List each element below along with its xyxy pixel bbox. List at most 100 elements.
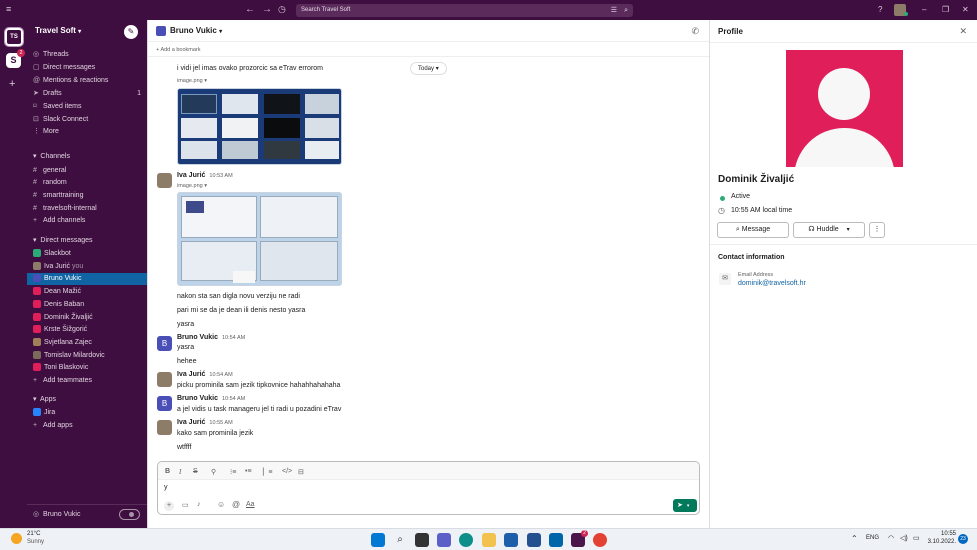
- message-button[interactable]: ⌕ Message: [717, 222, 789, 238]
- dm-item[interactable]: Toni Blaskovic: [33, 362, 88, 374]
- dm-item[interactable]: Iva Jurić you: [33, 261, 83, 273]
- message-author[interactable]: Iva Jurić 10:54 AM: [177, 371, 233, 378]
- teams-chat-icon[interactable]: [437, 533, 451, 547]
- clock-date[interactable]: 3.10.2022.: [926, 539, 956, 545]
- ordered-list-icon[interactable]: ⁝≡: [230, 468, 236, 476]
- dm-item[interactable]: Denis Baban: [33, 299, 84, 311]
- add-apps-button[interactable]: + Add apps: [33, 420, 73, 432]
- workspace-name[interactable]: Travel Soft ▾: [35, 26, 81, 35]
- add-channels-button[interactable]: + Add channels: [33, 215, 85, 227]
- filter-icon[interactable]: ☰: [611, 4, 617, 17]
- add-teammates-button[interactable]: + Add teammates: [33, 375, 92, 387]
- add-bookmark-button[interactable]: + Add a bookmark: [156, 47, 201, 53]
- file-explorer-icon[interactable]: [482, 533, 496, 547]
- task-view-icon[interactable]: [415, 533, 429, 547]
- arrow-left-icon[interactable]: ←: [245, 4, 255, 15]
- message-author[interactable]: Iva Jurić 10:53 AM: [177, 172, 233, 179]
- app-icon[interactable]: [504, 533, 518, 547]
- email-link[interactable]: dominik@travelsoft.hr: [738, 280, 806, 287]
- channels-header[interactable]: ▾ Channels: [33, 152, 70, 160]
- image-label[interactable]: image.png ▾: [177, 78, 207, 84]
- app-icon[interactable]: [527, 533, 541, 547]
- strikethrough-icon[interactable]: S: [193, 468, 198, 475]
- avatar[interactable]: [157, 173, 172, 188]
- chrome-icon[interactable]: [593, 533, 607, 547]
- image-attachment[interactable]: [177, 192, 342, 286]
- bold-icon[interactable]: B: [165, 468, 170, 475]
- volume-icon[interactable]: ◁): [900, 534, 908, 542]
- channel-smarttraining[interactable]: # smarttraining: [33, 190, 83, 202]
- edge-icon[interactable]: [459, 533, 473, 547]
- sun-icon[interactable]: [11, 533, 22, 544]
- send-button[interactable]: ➤ ▾: [673, 499, 697, 512]
- link-icon[interactable]: ⚲: [211, 468, 216, 476]
- battery-icon[interactable]: ▭: [913, 534, 920, 542]
- search-icon[interactable]: ⌕: [624, 4, 628, 17]
- channel-random[interactable]: # random: [33, 177, 67, 189]
- sidebar-item-threads[interactable]: ◎ Threads: [33, 49, 69, 61]
- dm-item[interactable]: Tomislav Milardovic: [33, 350, 105, 362]
- dm-item[interactable]: Svjetlana Zajec: [33, 337, 92, 349]
- dm-header[interactable]: ▾ Direct messages: [33, 236, 93, 244]
- code-icon[interactable]: </>: [282, 468, 292, 475]
- avatar[interactable]: [157, 372, 172, 387]
- message-author[interactable]: Bruno Vukic 10:54 AM: [177, 395, 245, 402]
- close-icon[interactable]: ✕: [962, 5, 969, 14]
- sidebar-item-slack-connect[interactable]: ⊡ Slack Connect: [33, 114, 88, 126]
- huddle-toggle[interactable]: [119, 509, 140, 520]
- sidebar-item-more[interactable]: ⋮ More: [33, 126, 59, 138]
- more-options-button[interactable]: ⋮: [869, 222, 885, 238]
- add-workspace-icon[interactable]: +: [9, 78, 15, 90]
- image-label[interactable]: image.png ▾: [177, 183, 207, 189]
- hamburger-icon[interactable]: ≡: [6, 4, 11, 14]
- plus-icon[interactable]: +: [164, 501, 174, 511]
- language-indicator[interactable]: ENG: [866, 535, 879, 541]
- wifi-icon[interactable]: ◠: [888, 534, 894, 542]
- image-attachment[interactable]: [177, 88, 342, 165]
- avatar[interactable]: B: [157, 336, 172, 351]
- avatar[interactable]: [157, 420, 172, 435]
- dm-item[interactable]: Krste Šižgorić: [33, 324, 87, 336]
- date-divider[interactable]: Today ▾: [410, 62, 447, 75]
- emoji-icon[interactable]: ☺: [217, 500, 225, 509]
- bullet-list-icon[interactable]: •≡: [245, 468, 252, 475]
- slack-icon[interactable]: 2: [571, 530, 588, 547]
- notification-badge[interactable]: 23: [958, 534, 968, 544]
- dm-item-active[interactable]: Bruno Vukic: [33, 273, 81, 285]
- mention-icon[interactable]: @: [232, 500, 240, 509]
- call-icon[interactable]: ✆: [691, 26, 699, 37]
- profile-avatar[interactable]: [786, 50, 903, 167]
- search-input[interactable]: Search Travel Soft ☰ ⌕: [296, 4, 633, 17]
- formatting-icon[interactable]: Aa: [246, 501, 255, 508]
- dm-item[interactable]: Dominik Živaljić: [33, 312, 93, 324]
- clock-icon[interactable]: ◷: [278, 4, 286, 15]
- channel-title[interactable]: Bruno Vukic ▾: [170, 26, 222, 35]
- sidebar-footer-user[interactable]: ◎ Bruno Vukic: [33, 509, 80, 521]
- avatar[interactable]: B: [157, 396, 172, 411]
- composer-input[interactable]: y: [164, 484, 168, 491]
- dm-item[interactable]: Slackbot: [33, 248, 71, 260]
- app-jira[interactable]: Jira: [33, 407, 55, 419]
- sidebar-item-direct-messages[interactable]: ▢ Direct messages: [33, 62, 95, 74]
- apps-header[interactable]: ▾ Apps: [33, 395, 56, 403]
- arrow-right-icon[interactable]: →: [262, 4, 272, 15]
- message-author[interactable]: Iva Jurić 10:55 AM: [177, 419, 233, 426]
- sidebar-item-saved[interactable]: ⌑ Saved items: [33, 101, 82, 113]
- sidebar-item-drafts[interactable]: ➤ Drafts 1: [33, 88, 141, 100]
- weather-temp[interactable]: 21°C: [27, 531, 40, 537]
- search-icon[interactable]: ⌕: [393, 533, 407, 547]
- dm-item[interactable]: Dean Mažić: [33, 286, 81, 298]
- help-icon[interactable]: ?: [878, 5, 882, 14]
- clock-time[interactable]: 10:55: [928, 531, 956, 537]
- video-icon[interactable]: ▭: [182, 501, 189, 509]
- channel-travelsoft-internal[interactable]: # travelsoft-internal: [33, 203, 97, 215]
- italic-icon[interactable]: I: [179, 468, 181, 476]
- restore-icon[interactable]: ❐: [942, 5, 949, 14]
- vscode-icon[interactable]: [549, 533, 563, 547]
- code-block-icon[interactable]: ⊟: [298, 468, 304, 476]
- huddle-button[interactable]: ☊ Huddle ▾: [793, 222, 865, 238]
- minimize-icon[interactable]: –: [922, 5, 926, 14]
- mic-icon[interactable]: ♪: [197, 501, 201, 508]
- blockquote-icon[interactable]: ▏≡: [263, 468, 272, 476]
- workspace-switcher-second[interactable]: S 2: [6, 49, 25, 68]
